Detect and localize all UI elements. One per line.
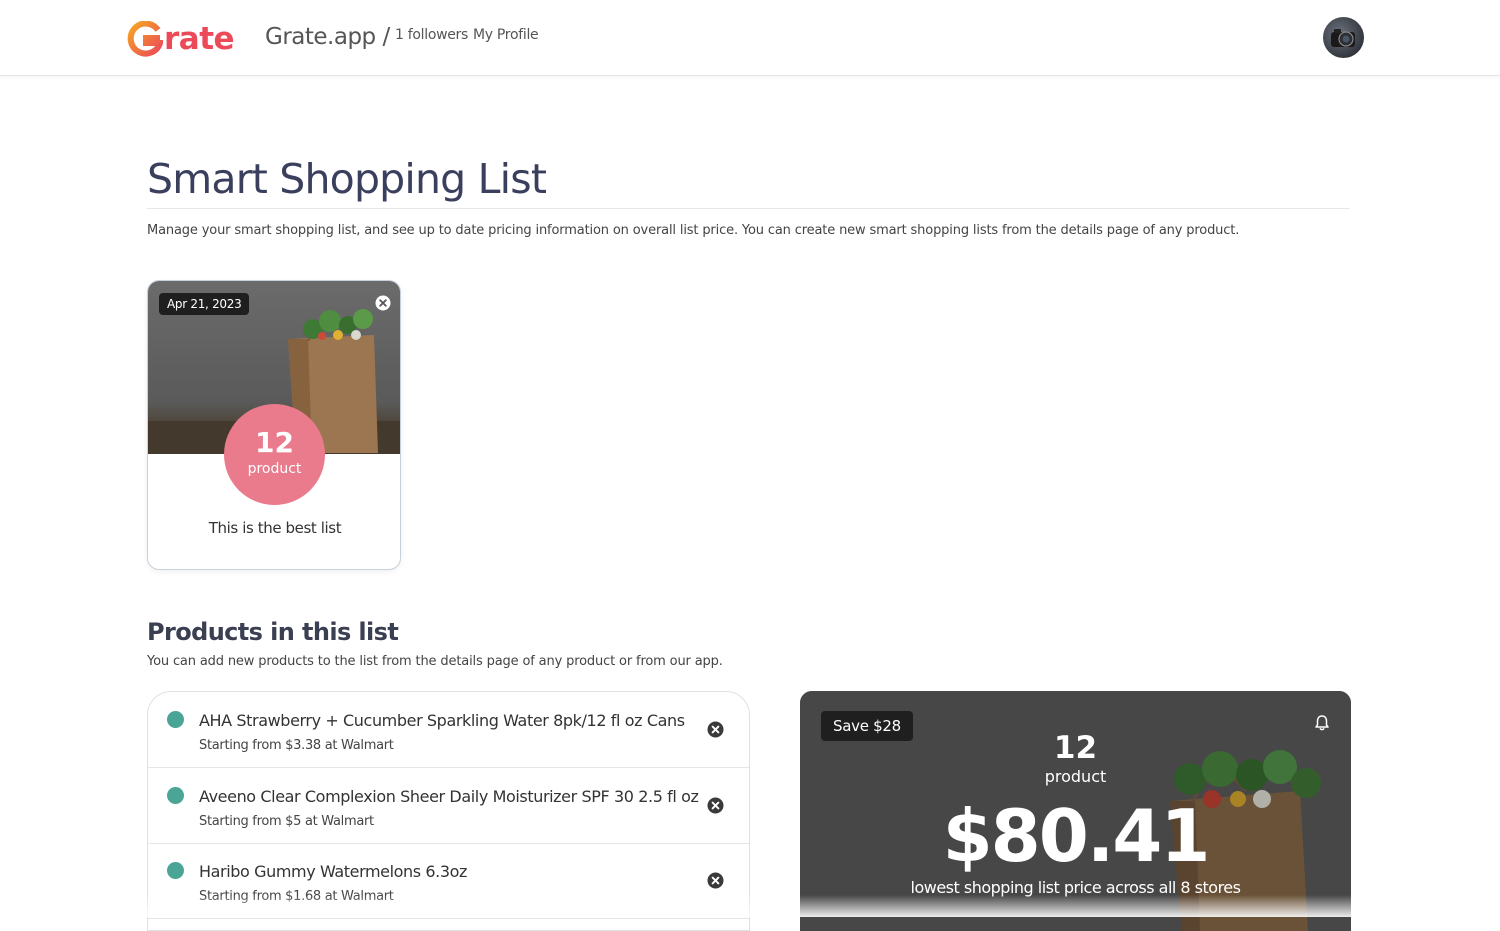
my-profile-link[interactable]: My Profile	[473, 27, 539, 43]
product-name[interactable]: Haribo Gummy Watermelons 6.3oz	[199, 862, 467, 881]
product-count-badge: 12 product	[224, 404, 325, 505]
list-date-badge: Apr 21, 2023	[159, 293, 250, 315]
price-summary-card: Save $28 12 product $80.41 lowest shoppi…	[800, 691, 1351, 931]
products-section-description: You can add new products to the list fro…	[147, 654, 723, 669]
lowest-price-note: lowest shopping list price across all 8 …	[910, 878, 1241, 897]
title-divider	[147, 208, 1350, 209]
top-navbar: rate Grate.app / 1 followers My Profile	[0, 0, 1500, 76]
grate-logo[interactable]: rate	[127, 20, 235, 58]
product-name[interactable]: AHA Strawberry + Cucumber Sparkling Wate…	[199, 711, 685, 730]
close-circle-icon[interactable]	[707, 797, 724, 814]
status-dot	[167, 787, 184, 804]
summary-product-count: 12	[1053, 730, 1098, 766]
product-count: 12	[255, 426, 294, 459]
list-item[interactable]: AHA Strawberry + Cucumber Sparkling Wate…	[148, 692, 749, 768]
list-name: This is the best list	[208, 519, 342, 537]
status-dot	[167, 711, 184, 728]
product-count-label: product	[247, 461, 302, 477]
list-item[interactable]: Aveeno Clear Complexion Sheer Daily Mois…	[148, 768, 749, 844]
brand-breadcrumb[interactable]: Grate.app /	[265, 24, 390, 50]
close-circle-icon[interactable]	[707, 721, 724, 738]
product-price: Starting from $5 at Walmart	[199, 814, 374, 829]
shopping-list-card[interactable]: Apr 21, 2023 12 product This is the best…	[147, 280, 401, 570]
close-circle-icon[interactable]	[375, 295, 391, 311]
page-title: Smart Shopping List	[147, 155, 547, 203]
products-section-title: Products in this list	[147, 618, 399, 646]
close-circle-icon[interactable]	[707, 872, 724, 889]
list-item[interactable]: Haribo Gummy Watermelons 6.3oz Starting …	[148, 843, 749, 919]
status-dot	[167, 862, 184, 879]
user-avatar[interactable]	[1323, 17, 1364, 58]
camera-avatar-image	[1331, 29, 1355, 47]
product-price: Starting from $1.68 at Walmart	[199, 889, 394, 904]
lowest-total-price: $80.41	[942, 794, 1211, 878]
followers-link[interactable]: 1 followers	[395, 27, 468, 43]
product-list: AHA Strawberry + Cucumber Sparkling Wate…	[147, 691, 750, 931]
page-description: Manage your smart shopping list, and see…	[147, 223, 1240, 238]
grate-logo-icon	[127, 21, 163, 57]
logo-wordmark: rate	[164, 21, 235, 57]
summary-product-label: product	[1044, 767, 1107, 786]
product-price: Starting from $3.38 at Walmart	[199, 738, 394, 753]
product-name[interactable]: Aveeno Clear Complexion Sheer Daily Mois…	[199, 787, 699, 806]
